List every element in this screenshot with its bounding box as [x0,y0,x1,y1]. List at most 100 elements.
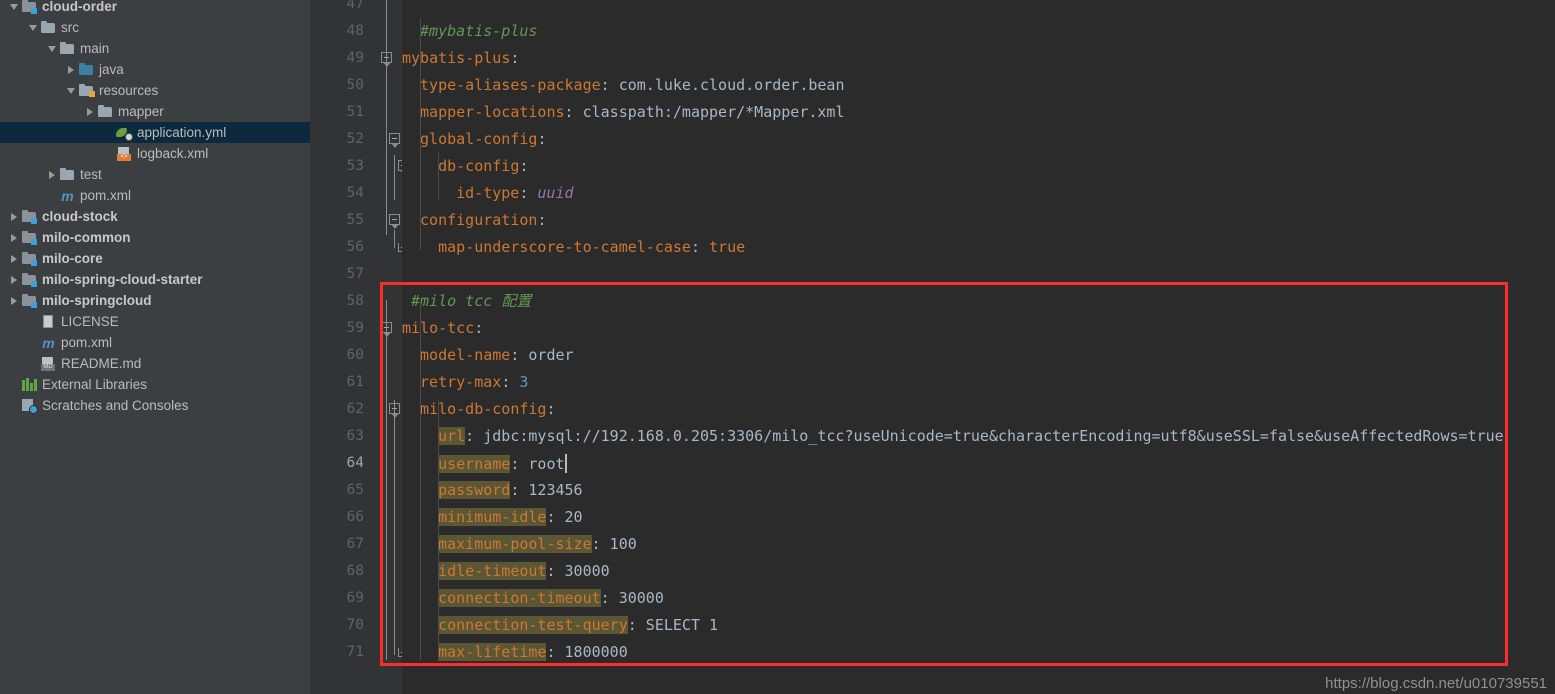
tree-item-pom-xml[interactable]: m pom.xml [0,332,310,353]
tree-item-src[interactable]: src [0,17,310,38]
project-sidebar[interactable]: cloud-order src main java resources mapper app… [0,0,310,694]
tree-item-label: milo-common [42,230,131,245]
tree-item-milo-spring-cloud-starter[interactable]: milo-spring-cloud-starter [0,269,310,290]
tree-item-cloud-order[interactable]: cloud-order [0,0,310,17]
code-line[interactable]: global-config: [420,126,1555,153]
code-line[interactable]: mybatis-plus: [402,45,1555,72]
tree-item-milo-core[interactable]: milo-core [0,248,310,269]
chevron-down-icon[interactable] [27,21,40,34]
chevron-right-icon[interactable] [84,105,97,118]
folder-icon [59,41,76,57]
tree-item-milo-common[interactable]: milo-common [0,227,310,248]
chevron-down-icon[interactable] [46,42,59,55]
code-line[interactable]: model-name: order [420,342,1555,369]
xml-file-icon: <> [116,146,133,162]
code-line[interactable]: type-aliases-package: com.luke.cloud.ord… [420,72,1555,99]
libraries-icon [21,377,38,393]
code-token: configuration [420,211,538,229]
tree-item-label: milo-spring-cloud-starter [42,272,203,287]
line-number: 57 [346,266,364,282]
chevron-right-icon[interactable] [8,210,21,223]
markdown-file-icon: MD [40,356,57,372]
tree-item-cloud-stock[interactable]: cloud-stock [0,206,310,227]
fold-connector [394,400,395,655]
line-number-gutter[interactable]: 47 48 49 50 51 52 53 54 55 56 57 58 59 60 61 62 63 64 65 66… [310,0,380,694]
code-line[interactable]: mapper-locations: classpath:/mapper/*Map… [420,99,1555,126]
tree-item-label: External Libraries [42,377,148,392]
tree-item-milo-springcloud[interactable]: milo-springcloud [0,290,310,311]
tree-item-license[interactable]: LICENSE [0,311,310,332]
tree-item-pom-xml[interactable]: m pom.xml [0,185,310,206]
code-line[interactable]: #milo tcc 配置 [411,288,1555,315]
chevron-down-icon[interactable] [65,84,78,97]
tree-item-label: milo-springcloud [42,293,152,308]
scratches-icon [21,398,38,414]
fold-connector [386,300,387,660]
module-icon [21,230,38,246]
code-line[interactable]: db-config: [438,153,1555,180]
line-number: 51 [346,104,364,120]
chevron-right-icon[interactable] [8,294,21,307]
tree-item-application-yml[interactable]: application.yml [0,122,310,143]
code-line[interactable]: map-underscore-to-camel-case: true [438,234,1555,261]
code-line[interactable]: password: 123456 [438,477,1555,504]
code-line[interactable]: username: root [438,450,1555,477]
chevron-right-icon[interactable] [46,168,59,181]
code-text-area[interactable]: #mybatis-plus mybatis-plus: type-aliases-p… [402,0,1555,694]
tree-item-mapper[interactable]: mapper [0,101,310,122]
tree-item-scratches-and-consoles[interactable]: Scratches and Consoles [0,395,310,416]
source-folder-icon [78,62,95,78]
tree-item-resources[interactable]: resources [0,80,310,101]
code-line[interactable]: connection-timeout: 30000 [438,585,1555,612]
code-token: : [510,49,520,67]
code-token: #milo tcc 配置 [411,292,532,310]
line-number: 50 [346,77,364,93]
fold-connector [394,230,395,248]
tree-item-label: milo-core [42,251,103,266]
code-line[interactable]: minimum-idle: 20 [438,504,1555,531]
code-token: : [690,238,710,256]
code-token: model-name [420,346,511,364]
code-token: jdbc:mysql://192.168.0.205:3306/milo_tcc… [483,427,1504,445]
chevron-right-icon[interactable] [8,252,21,265]
code-token: username [438,455,511,473]
tree-item-test[interactable]: test [0,164,310,185]
line-number: 67 [346,536,364,552]
chevron-right-icon[interactable] [65,63,78,76]
code-line[interactable]: max-lifetime: 1800000 [438,639,1555,666]
code-token: : [600,589,619,607]
maven-icon: m [61,187,74,204]
fold-collapse-icon[interactable] [389,214,401,229]
fold-collapse-icon[interactable] [389,133,401,148]
code-line[interactable]: connection-test-query: SELECT 1 [438,612,1555,639]
code-line[interactable]: #mybatis-plus [420,18,1555,45]
tree-item-main[interactable]: main [0,38,310,59]
tree-item-label: pom.xml [80,188,132,203]
resources-folder-icon [78,83,95,99]
code-token: : [510,455,529,473]
tree-item-readme-md[interactable]: MD README.md [0,353,310,374]
code-line[interactable]: maximum-pool-size: 100 [438,531,1555,558]
code-token: 123456 [528,481,583,499]
code-line[interactable]: url: jdbc:mysql://192.168.0.205:3306/mil… [438,423,1555,450]
code-line[interactable]: configuration: [420,207,1555,234]
chevron-right-icon[interactable] [8,273,21,286]
code-line[interactable]: id-type: uuid [456,180,1555,207]
tree-item-label: Scratches and Consoles [42,398,189,413]
code-line[interactable]: retry-max: 3 [420,369,1555,396]
code-token: : [465,427,484,445]
tree-item-java[interactable]: java [0,59,310,80]
tree-item-external-libraries[interactable]: External Libraries [0,374,310,395]
chevron-down-icon[interactable] [8,0,21,13]
code-token: id-type [456,184,520,202]
code-folding-gutter[interactable] [380,0,418,694]
editor-pane[interactable]: 47 48 49 50 51 52 53 54 55 56 57 58 59 60 61 62 63 64 65 66… [310,0,1555,694]
code-line[interactable]: idle-timeout: 30000 [438,558,1555,585]
code-token: global-config [420,130,538,148]
code-line[interactable]: milo-db-config: [420,396,1555,423]
code-token: SELECT 1 [645,616,719,634]
tree-item-logback-xml[interactable]: <> logback.xml [0,143,310,164]
chevron-right-icon[interactable] [8,231,21,244]
code-line[interactable]: milo-tcc: [402,315,1555,342]
code-token: 1800000 [564,643,628,661]
